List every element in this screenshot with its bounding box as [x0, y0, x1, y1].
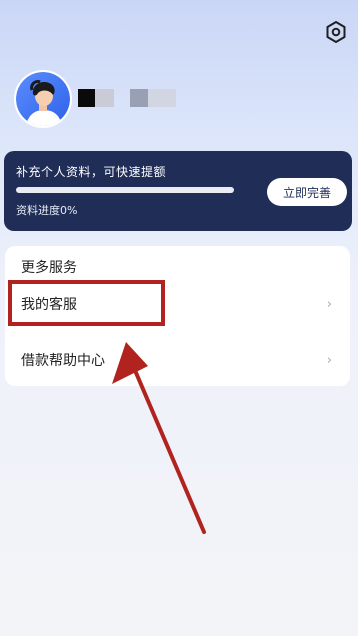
services-title: 更多服务 [21, 260, 77, 276]
profile-card-title: 补充个人资料，可快速提额 [16, 165, 167, 179]
profile-completion-card: 补充个人资料，可快速提额 资料进度0% 立即完善 [4, 151, 352, 231]
chevron-right-icon: › [326, 352, 332, 368]
avatar[interactable] [14, 70, 72, 128]
profile-progress-bar [16, 187, 234, 193]
service-item-label: 我的客服 [21, 297, 77, 313]
service-item-customer-service[interactable]: 我的客服 › [5, 284, 350, 324]
chevron-right-icon: › [326, 296, 332, 312]
profile-progress-text: 资料进度0% [16, 204, 78, 217]
settings-icon[interactable] [324, 20, 348, 44]
more-services-card: 更多服务 我的客服 › 借款帮助中心 › [5, 246, 350, 386]
annotation-arrow-shaft [132, 366, 206, 534]
username-masked [78, 88, 176, 108]
service-item-loan-help[interactable]: 借款帮助中心 › [5, 340, 350, 380]
complete-profile-button[interactable]: 立即完善 [267, 178, 347, 206]
service-item-label: 借款帮助中心 [21, 353, 105, 369]
